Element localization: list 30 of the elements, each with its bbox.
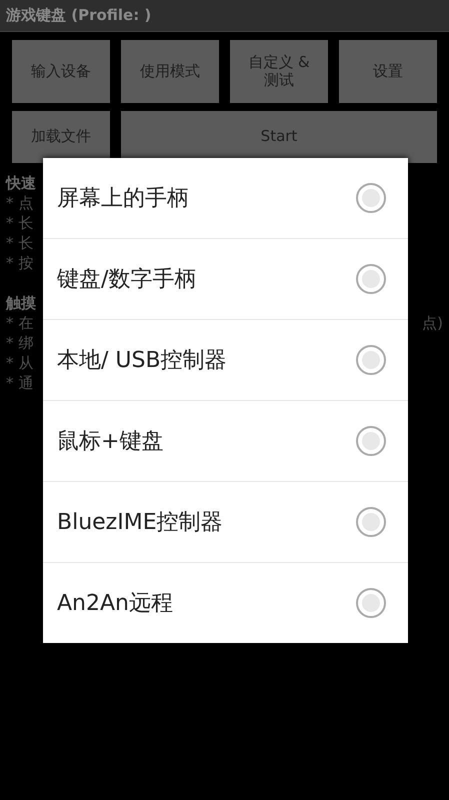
device-option[interactable]: An2An远程 <box>43 563 408 643</box>
option-label: 屏幕上的手柄 <box>57 185 189 213</box>
option-label: 本地/ USB控制器 <box>57 347 227 375</box>
option-label: An2An远程 <box>57 590 173 618</box>
device-option[interactable]: 本地/ USB控制器 <box>43 320 408 401</box>
help-line: 点) <box>422 314 443 332</box>
window-title: 游戏键盘 (Profile: ) <box>6 6 152 25</box>
device-option[interactable]: 屏幕上的手柄 <box>43 158 408 239</box>
help-line: * 通 <box>6 374 34 392</box>
help-line: * 点 <box>6 194 34 212</box>
radio-button[interactable] <box>356 588 386 618</box>
help-heading: 触摸 <box>6 294 36 312</box>
device-option[interactable]: 鼠标+键盘 <box>43 401 408 482</box>
help-line: * 从 <box>6 354 34 372</box>
option-label: 鼠标+键盘 <box>57 428 164 456</box>
option-label: BluezIME控制器 <box>57 509 223 537</box>
help-line: * 在 <box>6 314 34 332</box>
radio-button[interactable] <box>356 264 386 294</box>
help-line: * 长 <box>6 234 34 252</box>
help-line: * 按 <box>6 254 34 272</box>
radio-button[interactable] <box>356 426 386 456</box>
help-line: * 长 <box>6 214 34 232</box>
option-label: 键盘/数字手柄 <box>57 266 196 294</box>
radio-button[interactable] <box>356 183 386 213</box>
device-option[interactable]: BluezIME控制器 <box>43 482 408 563</box>
help-line: * 绑 <box>6 334 34 352</box>
device-option[interactable]: 键盘/数字手柄 <box>43 239 408 320</box>
help-heading: 快速 <box>6 174 36 192</box>
radio-button[interactable] <box>356 345 386 375</box>
radio-button[interactable] <box>356 507 386 537</box>
